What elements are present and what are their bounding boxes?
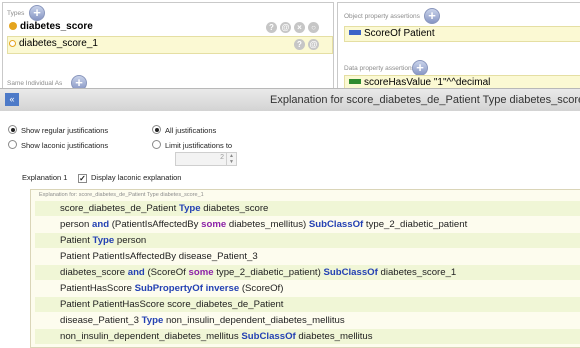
axiom-keyword: some: [201, 219, 227, 230]
radio-label: Show regular justifications: [21, 126, 109, 135]
checkbox-label: Display laconic explanation: [91, 173, 182, 182]
justification-axiom[interactable]: Patient PatientIsAffectedBy disease_Pati…: [35, 249, 580, 264]
radio-label: All justifications: [165, 126, 217, 135]
axiom-keyword: SubClassOf: [308, 219, 364, 230]
help-icon[interactable]: ?: [294, 39, 305, 50]
axiom-keyword: Type: [141, 315, 164, 326]
annotate-icon[interactable]: @: [308, 39, 319, 50]
inferred-class-icon: [9, 40, 16, 47]
same-individual-label: Same Individual As: [7, 80, 63, 87]
radio-icon: [152, 140, 161, 149]
limit-justifications-radio[interactable]: Limit justifications to: [152, 140, 232, 151]
type-item-diabetes-score[interactable]: diabetes_score: [9, 20, 93, 34]
axiom-keyword: some: [188, 267, 214, 278]
justification-axiom[interactable]: disease_Patient_3 Type non_insulin_depen…: [35, 313, 580, 328]
display-laconic-checkbox[interactable]: ✓ Display laconic explanation: [78, 173, 181, 183]
type-label: diabetes_score: [20, 21, 93, 32]
all-justifications-radio[interactable]: All justifications: [152, 125, 216, 136]
explanation-title: Explanation for score_diabetes_de_Patien…: [270, 94, 580, 106]
explanation-caption: Explanation for: score_diabetes_de_Patie…: [39, 192, 204, 198]
justification-axiom[interactable]: Patient PatientHasScore score_diabetes_d…: [35, 297, 580, 312]
axiom-keyword: and: [127, 267, 145, 278]
justification-axiom[interactable]: Patient Type person: [35, 233, 580, 248]
axiom-keyword: and: [92, 219, 110, 230]
delete-icon[interactable]: ×: [294, 22, 305, 33]
data-property-label: Data property assertions: [344, 65, 415, 72]
type-label: diabetes_score_1: [19, 38, 98, 49]
laconic-justifications-radio[interactable]: Show laconic justifications: [8, 140, 108, 151]
annotate-icon[interactable]: @: [280, 22, 291, 33]
justification-axiom[interactable]: non_insulin_dependent_diabetes_mellitus …: [35, 329, 580, 344]
collapse-icon[interactable]: «: [5, 93, 19, 106]
class-icon: [9, 22, 17, 30]
data-property-value: scoreHasValue "1"^^decimal: [364, 77, 491, 88]
add-type-button[interactable]: +: [29, 5, 45, 21]
radio-selected-icon: [152, 125, 161, 134]
object-property-value: ScoreOf Patient: [364, 28, 435, 39]
justification-axiom[interactable]: score_diabetes_de_Patient Type diabetes_…: [35, 201, 580, 216]
object-property-label: Object property assertions: [344, 13, 420, 20]
explanation-title-bar: « Explanation for score_diabetes_de_Pati…: [0, 88, 580, 112]
limit-spinner[interactable]: 2 ▲ ▼: [175, 152, 237, 166]
axiom-keyword: Type: [92, 235, 115, 246]
type-item-diabetes-score-1[interactable]: diabetes_score_1: [9, 37, 98, 51]
spinner-arrows-icon[interactable]: ▲ ▼: [226, 153, 236, 165]
axiom-keyword: Type: [178, 203, 201, 214]
object-property-icon: [349, 30, 361, 35]
radio-selected-icon: [8, 125, 17, 134]
justification-axiom[interactable]: person and (PatientIsAffectedBy some dia…: [35, 217, 580, 232]
types-panel: Types + diabetes_score ? @ × ○ diabetes_…: [2, 2, 334, 91]
justification-list: Explanation for: score_diabetes_de_Patie…: [30, 189, 580, 348]
explanation-number-label: Explanation 1: [22, 173, 68, 182]
justification-axiom[interactable]: PatientHasScore SubPropertyOf inverse (S…: [35, 281, 580, 296]
regular-justifications-radio[interactable]: Show regular justifications: [8, 125, 108, 136]
axiom-keyword: SubClassOf: [323, 267, 378, 278]
add-object-property-button[interactable]: +: [424, 8, 440, 24]
types-section-label: Types: [7, 10, 25, 17]
limit-value: 2: [220, 154, 224, 161]
help-icon[interactable]: ?: [266, 22, 277, 33]
edit-icon[interactable]: ○: [308, 22, 319, 33]
radio-label: Show laconic justifications: [21, 141, 109, 150]
axiom-keyword: SubClassOf: [241, 331, 296, 342]
add-data-property-button[interactable]: +: [412, 60, 428, 76]
radio-icon: [8, 140, 17, 149]
axiom-keyword: inverse: [205, 283, 240, 294]
object-property-assertion[interactable]: ScoreOf Patient: [344, 26, 580, 42]
justification-axiom[interactable]: diabetes_score and (ScoreOf some type_2_…: [35, 265, 580, 280]
data-property-icon: [349, 79, 361, 84]
radio-label: Limit justifications to: [165, 141, 233, 150]
checkmark-icon: ✓: [78, 174, 87, 183]
axiom-keyword: SubPropertyOf: [134, 283, 203, 294]
property-assertions-panel: Object property assertions + ScoreOf Pat…: [337, 2, 580, 91]
